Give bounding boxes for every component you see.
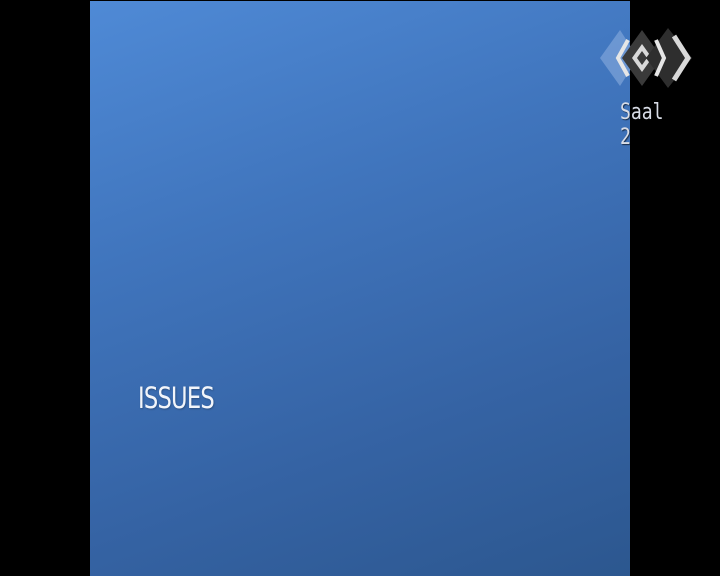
channel-logo: Saal 2 (598, 26, 698, 150)
presentation-slide: ISSUES (90, 1, 630, 576)
slide-title: ISSUES (138, 381, 215, 415)
channel-caption: Saal 2 (620, 100, 664, 150)
video-frame: ISSUES Saal 2 (0, 0, 720, 576)
channel-diamond-logo-icon (600, 28, 692, 88)
